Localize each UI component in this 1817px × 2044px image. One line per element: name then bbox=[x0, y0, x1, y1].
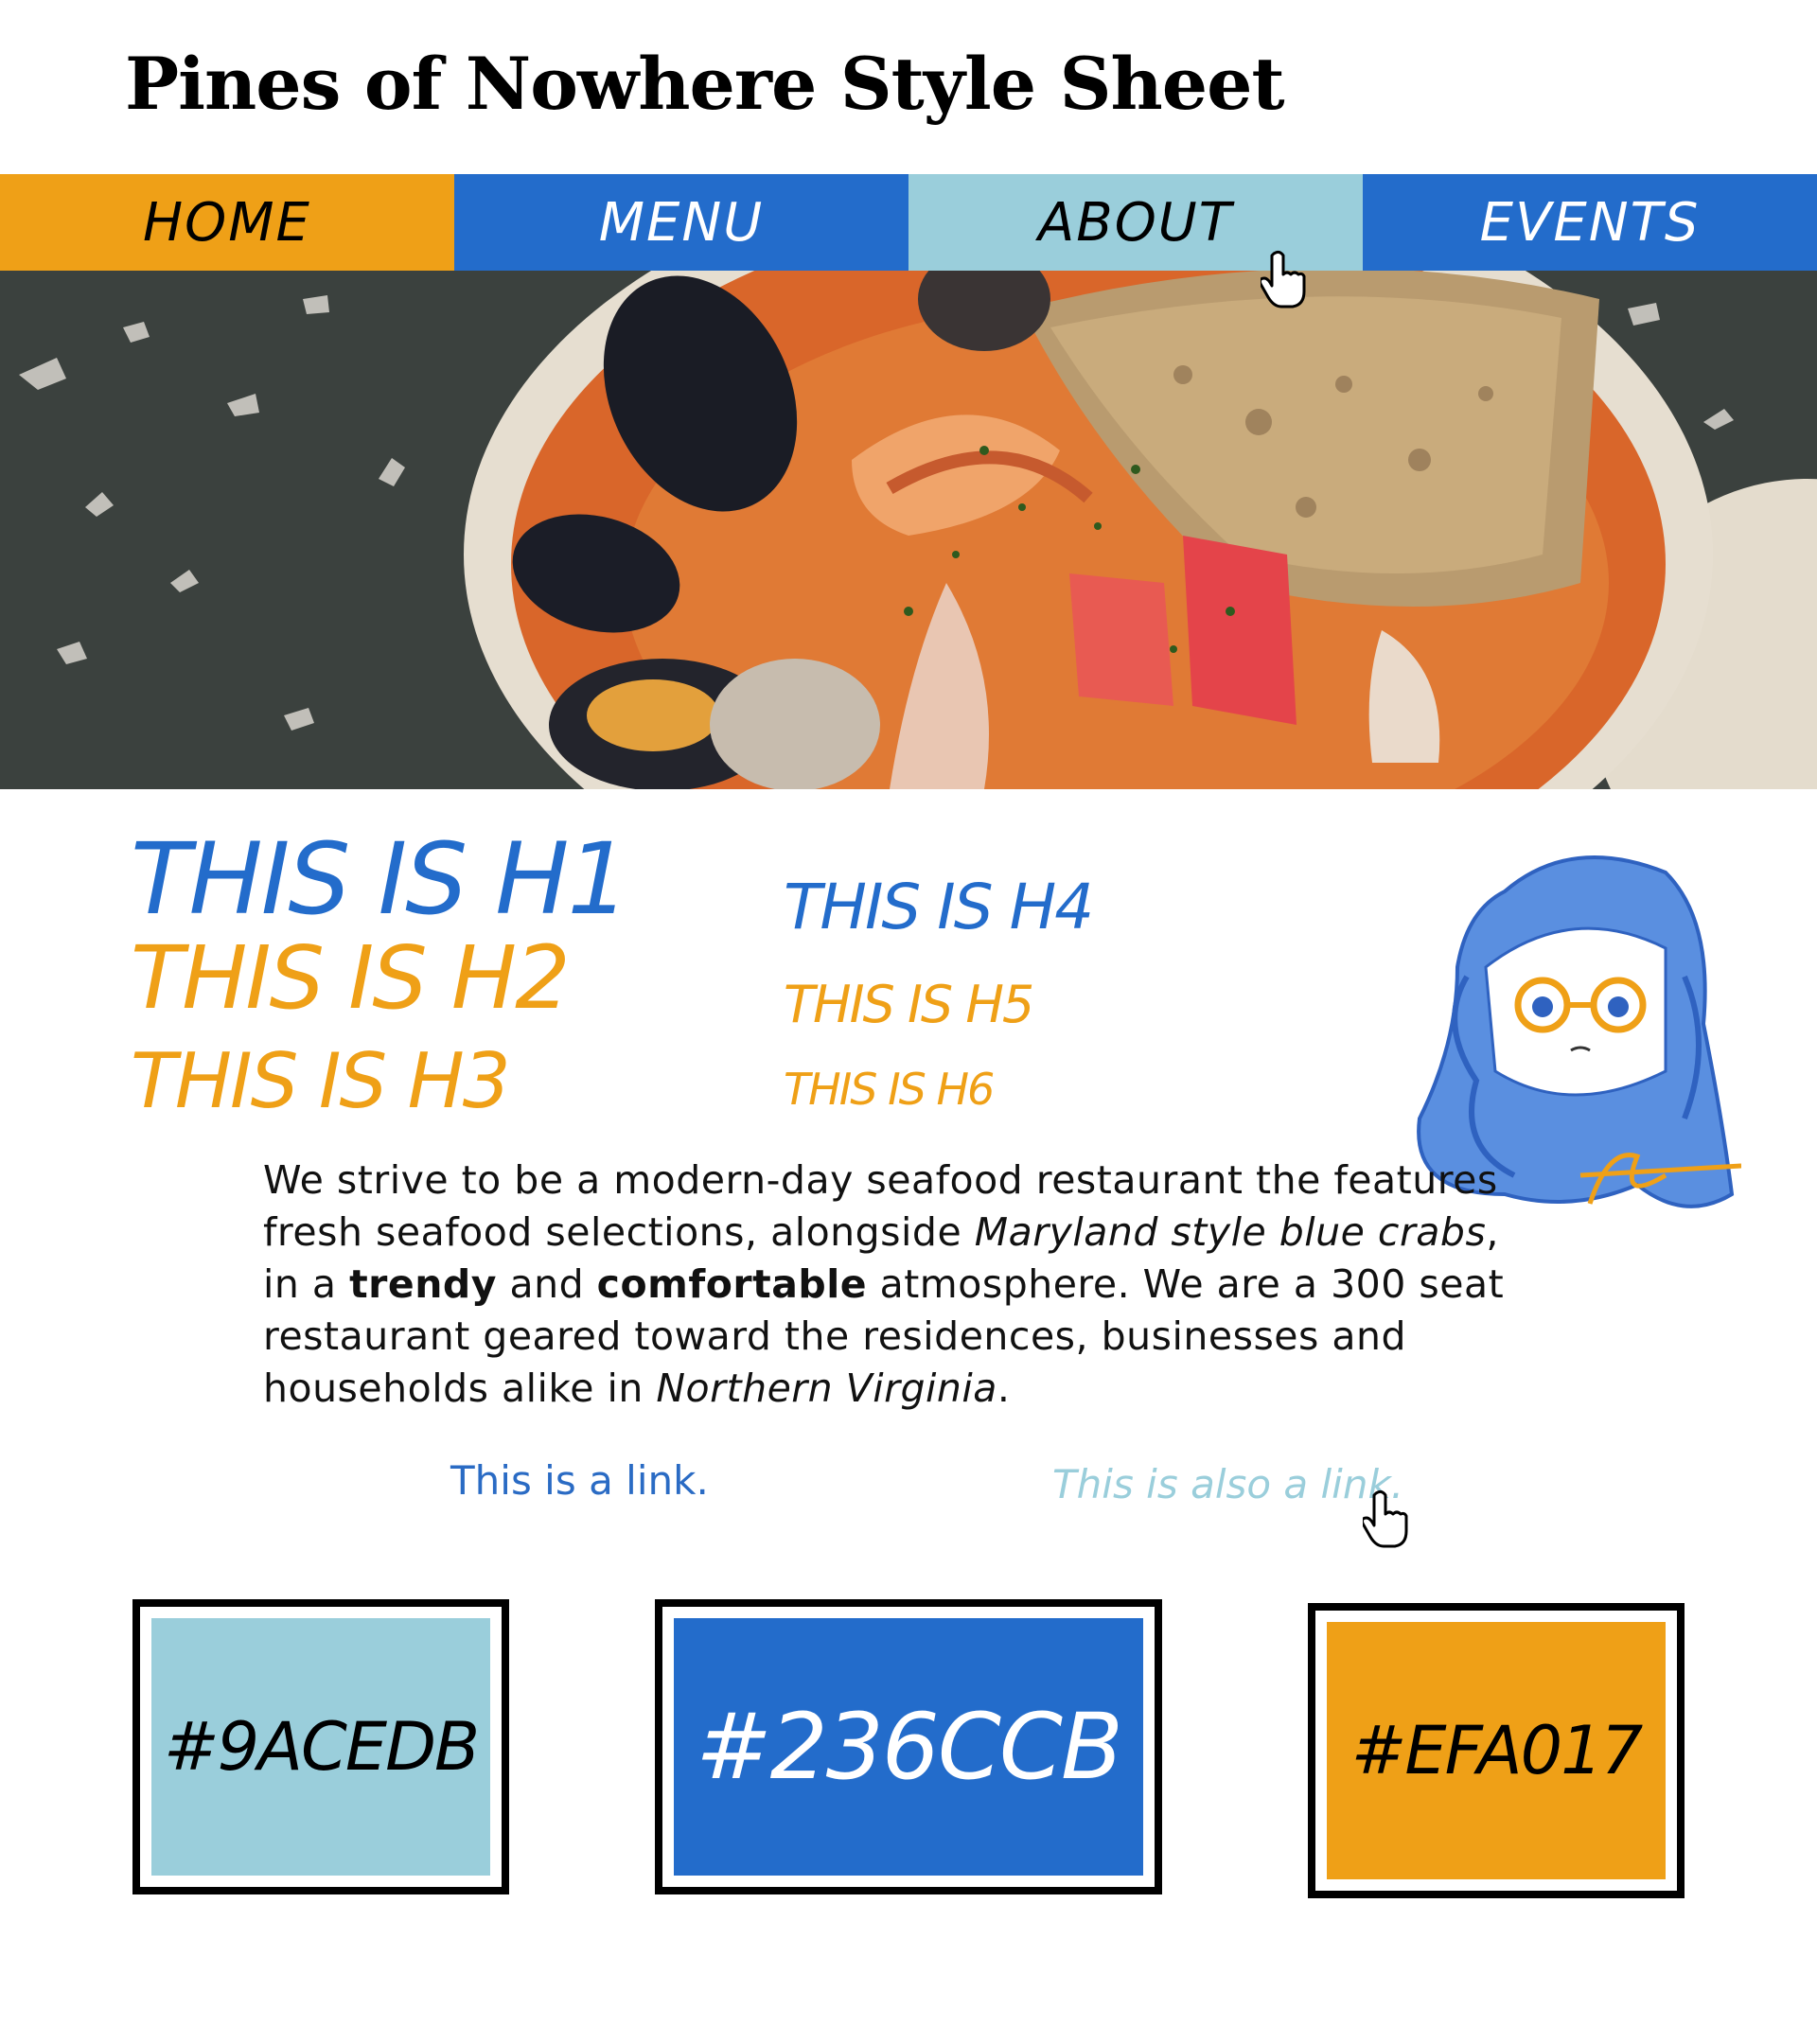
swatch-label: #236CCB bbox=[674, 1618, 1143, 1876]
main-nav: HOME MENU ABOUT EVENTS bbox=[0, 174, 1817, 271]
heading-h2-sample: THIS IS H2 bbox=[131, 927, 571, 1029]
heading-h3-sample: THIS IS H3 bbox=[131, 1037, 511, 1125]
color-swatch-light-blue: #9ACEDB bbox=[132, 1599, 509, 1894]
color-swatch-blue: #236CCB bbox=[655, 1599, 1162, 1894]
sample-link-hover[interactable]: This is also a link. bbox=[1052, 1461, 1403, 1507]
color-swatch-orange: #EFA017 bbox=[1308, 1603, 1685, 1898]
nav-item-events[interactable]: EVENTS bbox=[1363, 174, 1817, 271]
intro-paragraph: We strive to be a modern-day seafood res… bbox=[263, 1157, 1505, 1411]
page-title: Pines of Nowhere Style Sheet bbox=[125, 42, 1285, 126]
swatch-label: #9ACEDB bbox=[151, 1618, 490, 1876]
heading-h5-sample: THIS IS H5 bbox=[784, 975, 1034, 1034]
sample-link[interactable]: This is a link. bbox=[450, 1457, 709, 1504]
nav-item-menu[interactable]: MENU bbox=[454, 174, 908, 271]
heading-h4-sample: THIS IS H4 bbox=[784, 871, 1094, 943]
swatch-label: #EFA017 bbox=[1327, 1622, 1666, 1879]
hero-image bbox=[0, 271, 1817, 789]
heading-h6-sample: THIS IS H6 bbox=[784, 1064, 995, 1115]
hand-cursor-icon bbox=[1261, 250, 1306, 308]
heading-h1-sample: THIS IS H1 bbox=[131, 821, 630, 937]
hand-cursor-icon bbox=[1363, 1489, 1408, 1548]
nav-item-home[interactable]: HOME bbox=[0, 174, 454, 271]
